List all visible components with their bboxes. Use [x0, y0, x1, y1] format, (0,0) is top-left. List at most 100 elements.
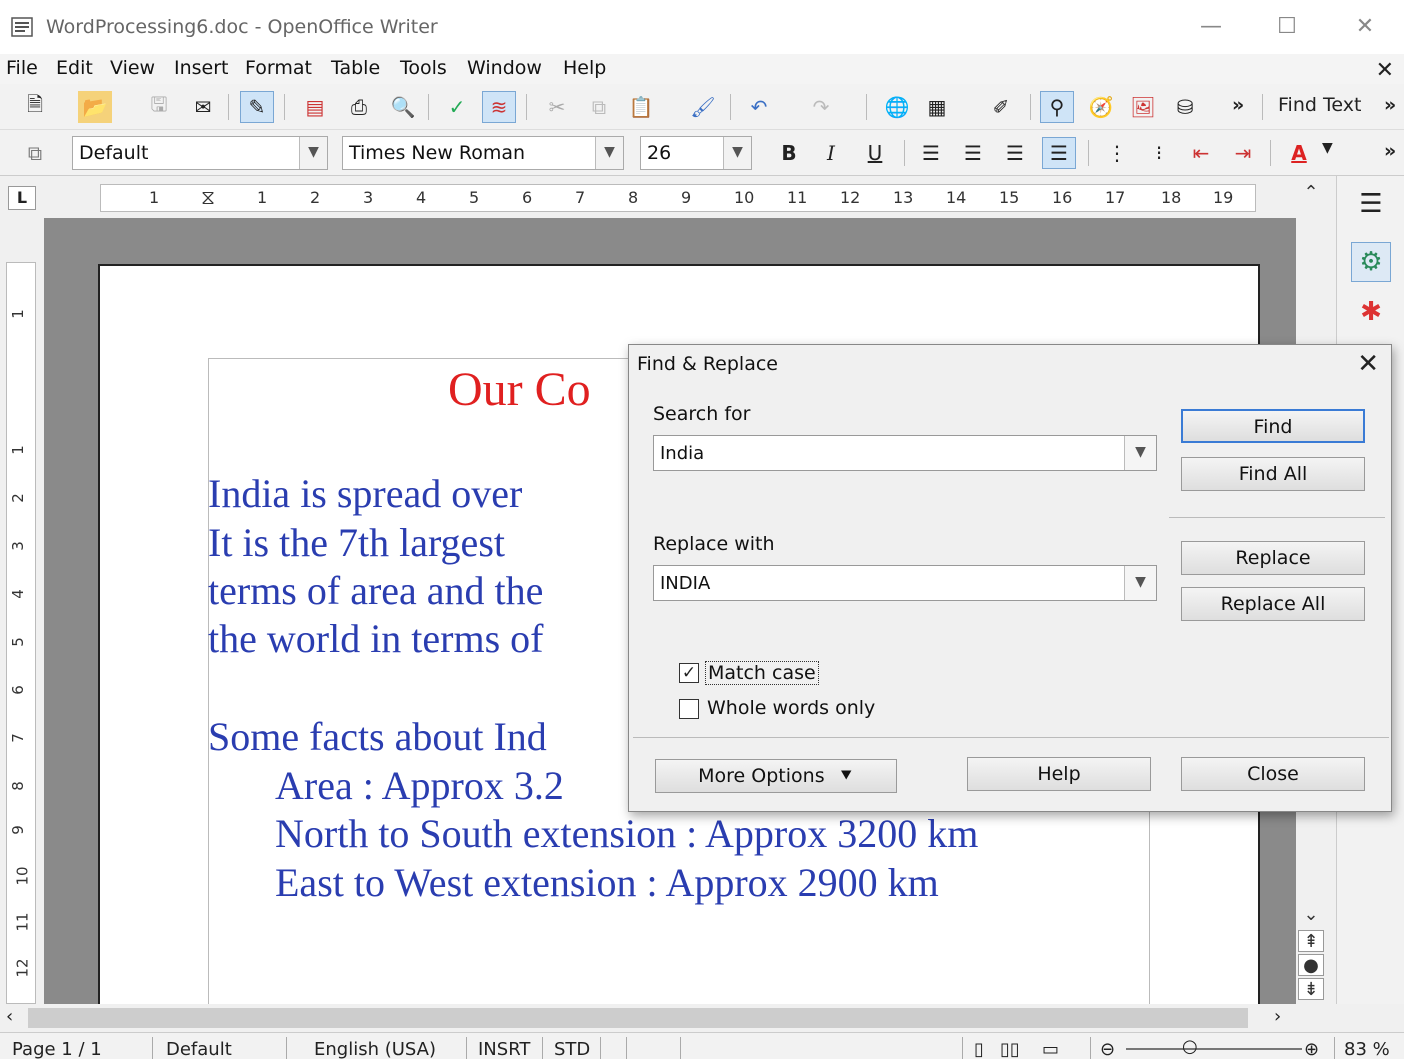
bullets-icon[interactable]: ⁝: [1142, 137, 1176, 169]
menu-view[interactable]: View: [110, 57, 155, 79]
chevron-down-icon[interactable]: ▼: [1124, 436, 1156, 470]
navigation-icon[interactable]: ●: [1298, 954, 1324, 976]
document-close-button[interactable]: ✕: [1376, 58, 1394, 83]
document-line-7[interactable]: North to South extension : Approx 3200 k…: [275, 810, 978, 857]
replace-all-button[interactable]: Replace All: [1181, 587, 1365, 621]
edit-file-icon[interactable]: ✎: [240, 91, 274, 123]
whole-words-checkbox[interactable]: [679, 699, 699, 719]
document-line-1[interactable]: India is spread over: [208, 470, 522, 517]
zoom-slider-handle[interactable]: ○: [1182, 1036, 1198, 1057]
search-for-input[interactable]: India ▼: [653, 435, 1157, 471]
formatting-toolbar-overflow[interactable]: »: [1384, 140, 1396, 162]
print-icon[interactable]: ⎙: [342, 91, 376, 123]
chevron-down-icon[interactable]: ▼: [1124, 566, 1156, 600]
properties-icon[interactable]: ⚙: [1351, 242, 1391, 282]
new-document-icon[interactable]: 🗎: [18, 91, 52, 123]
menu-tools[interactable]: Tools: [400, 57, 447, 79]
minimize-button[interactable]: —: [1186, 10, 1236, 44]
increase-indent-icon[interactable]: ⇥: [1226, 137, 1260, 169]
font-color-dropdown-icon[interactable]: ▼: [1322, 140, 1333, 156]
menu-window[interactable]: Window: [467, 57, 542, 79]
menu-edit[interactable]: Edit: [56, 57, 93, 79]
menu-format[interactable]: Format: [245, 57, 312, 79]
align-center-icon[interactable]: ☰: [956, 137, 990, 169]
status-page[interactable]: Page 1 / 1: [12, 1039, 102, 1059]
styles-icon[interactable]: ✱: [1351, 292, 1391, 332]
replace-button[interactable]: Replace: [1181, 541, 1365, 575]
scroll-down-icon[interactable]: ⌄: [1298, 904, 1324, 926]
tab-stop-selector[interactable]: L: [8, 186, 36, 210]
zoom-slider[interactable]: [1126, 1048, 1302, 1050]
document-line-8[interactable]: East to West extension : Approx 2900 km: [275, 859, 939, 906]
status-insert-mode[interactable]: INSRT: [478, 1039, 530, 1059]
match-case-label[interactable]: Match case: [705, 661, 819, 685]
open-folder-icon[interactable]: 📂: [78, 91, 112, 123]
document-title-text[interactable]: Our Co: [448, 362, 591, 417]
whole-words-label[interactable]: Whole words only: [707, 697, 875, 719]
indent-marker-icon[interactable]: ⧖: [201, 185, 215, 209]
document-line-2[interactable]: It is the 7th largest: [208, 519, 505, 566]
find-all-button[interactable]: Find All: [1181, 457, 1365, 491]
match-case-checkbox[interactable]: ✓: [679, 663, 699, 683]
align-left-icon[interactable]: ☰: [914, 137, 948, 169]
horizontal-ruler[interactable]: 1 ⧖ 1 2 3 4 5 6 7 8 9 10 11 12 13 14 15 …: [100, 184, 1256, 212]
window-close-button[interactable]: ✕: [1340, 10, 1390, 44]
email-icon[interactable]: ✉: [186, 91, 220, 123]
zoom-out-icon[interactable]: ⊖: [1100, 1039, 1115, 1059]
clone-formatting-icon[interactable]: 🖌: [686, 91, 720, 123]
help-button[interactable]: Help: [967, 757, 1151, 791]
horizontal-scrollbar[interactable]: ‹ ›: [0, 1004, 1296, 1032]
toolbar-overflow[interactable]: »: [1232, 94, 1244, 116]
find-replace-icon[interactable]: ⚲: [1040, 91, 1074, 123]
menu-table[interactable]: Table: [331, 57, 380, 79]
horizontal-scroll-thumb[interactable]: [28, 1008, 1248, 1028]
show-draw-functions-icon[interactable]: ✐: [984, 91, 1018, 123]
vertical-ruler[interactable]: 1 1 2 3 4 5 6 7 8 9 10 11 12: [6, 262, 36, 1004]
font-name-combo[interactable]: Times New Roman ▼: [342, 136, 624, 170]
next-page-icon[interactable]: ⇟: [1298, 978, 1324, 1000]
gallery-icon[interactable]: 🖼: [1126, 91, 1160, 123]
document-line-6[interactable]: Area : Approx 3.2: [275, 762, 564, 809]
paragraph-style-combo[interactable]: Default ▼: [72, 136, 328, 170]
underline-button[interactable]: U: [858, 137, 892, 169]
menu-help[interactable]: Help: [563, 57, 606, 79]
italic-button[interactable]: I: [814, 137, 848, 169]
single-page-view-icon[interactable]: ▯: [974, 1039, 984, 1059]
redo-icon[interactable]: ↷: [804, 91, 838, 123]
navigator-icon[interactable]: 🧭: [1084, 91, 1118, 123]
justify-icon[interactable]: ☰: [1042, 137, 1076, 169]
menu-file[interactable]: File: [6, 57, 38, 79]
numbering-icon[interactable]: ⋮: [1100, 137, 1134, 169]
undo-icon[interactable]: ↶: [742, 91, 776, 123]
copy-icon[interactable]: ⧉: [582, 91, 616, 123]
hyperlink-icon[interactable]: 🌐: [880, 91, 914, 123]
font-color-icon[interactable]: A: [1282, 137, 1316, 169]
data-sources-icon[interactable]: ⛁: [1168, 91, 1202, 123]
font-size-combo[interactable]: 26 ▼: [640, 136, 752, 170]
cut-icon[interactable]: ✂: [540, 91, 574, 123]
chevron-down-icon[interactable]: ▼: [595, 137, 623, 169]
styles-and-formatting-icon[interactable]: ⧉: [18, 137, 52, 169]
spellcheck-icon[interactable]: ✓: [440, 91, 474, 123]
book-view-icon[interactable]: ▭: [1042, 1039, 1059, 1059]
document-line-4[interactable]: the world in terms of: [208, 615, 544, 662]
zoom-level[interactable]: 83 %: [1344, 1039, 1390, 1059]
maximize-button[interactable]: ☐: [1262, 10, 1312, 44]
zoom-in-icon[interactable]: ⊕: [1304, 1039, 1319, 1059]
save-icon[interactable]: 🖫: [142, 91, 176, 123]
previous-page-icon[interactable]: ⇞: [1298, 930, 1324, 952]
more-options-button[interactable]: More Options ⯆: [655, 759, 897, 793]
bold-button[interactable]: B: [772, 137, 806, 169]
paste-icon[interactable]: 📋: [624, 91, 658, 123]
align-right-icon[interactable]: ☰: [998, 137, 1032, 169]
dialog-close-icon[interactable]: ✕: [1357, 349, 1379, 379]
chevron-down-icon[interactable]: ▼: [299, 137, 327, 169]
replace-with-input[interactable]: INDIA ▼: [653, 565, 1157, 601]
document-line-5[interactable]: Some facts about Ind: [208, 713, 547, 760]
export-pdf-icon[interactable]: ▤: [298, 91, 332, 123]
chevron-down-icon[interactable]: ▼: [723, 137, 751, 169]
sidebar-menu-icon[interactable]: ☰: [1351, 184, 1391, 224]
decrease-indent-icon[interactable]: ⇤: [1184, 137, 1218, 169]
status-page-style[interactable]: Default: [166, 1039, 232, 1059]
table-icon[interactable]: ▦: [920, 91, 954, 123]
